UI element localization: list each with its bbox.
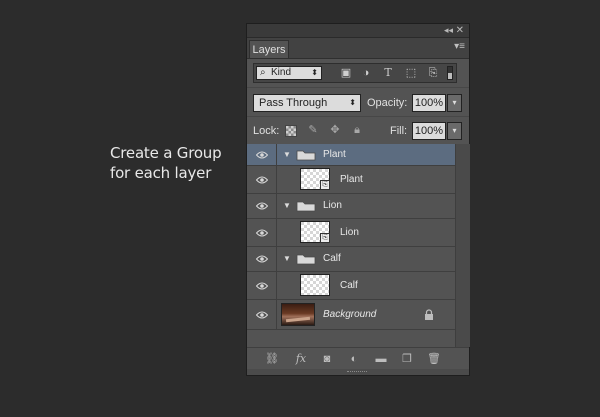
blend-row: Pass Through ⬍ Opacity: 100% ▾ <box>247 88 469 117</box>
expand-triangle-icon[interactable]: ▼ <box>283 201 291 211</box>
filter-toggle[interactable] <box>447 66 453 80</box>
folder-icon <box>296 201 316 212</box>
eye-icon[interactable] <box>256 255 268 263</box>
smart-object-badge-icon: ⎘ <box>320 180 330 190</box>
fill-label: Fill: <box>390 125 408 137</box>
layer-name[interactable]: Lion <box>323 200 342 212</box>
visibility-cell[interactable] <box>247 194 277 218</box>
layer-smart-object-lion[interactable]: ⎘ Lion <box>247 219 455 247</box>
instruction-caption: Create a Group for each layer <box>110 143 222 183</box>
type-filter-icon[interactable]: T <box>382 67 394 79</box>
layers-list: ▼ Plant ⎘ Plant ▼ Lion ⎘ Lion ▼ Calf Cal… <box>247 144 455 347</box>
collapse-icon[interactable]: ◂◂ <box>444 24 453 37</box>
layer-thumbnail: ⎘ <box>300 221 330 243</box>
adjustment-filter-icon[interactable]: ◑ <box>360 67 372 79</box>
opacity-field[interactable]: 100% <box>412 94 446 112</box>
fill-dropdown-button[interactable]: ▾ <box>447 122 462 140</box>
layer-smart-object-plant[interactable]: ⎘ Plant <box>247 166 455 194</box>
expand-triangle-icon[interactable]: ▼ <box>283 150 291 160</box>
eye-icon[interactable] <box>256 176 268 184</box>
new-group-icon[interactable]: ▬ <box>374 352 388 366</box>
opacity-dropdown-button[interactable]: ▾ <box>447 94 462 112</box>
layers-scrollbar[interactable] <box>455 144 470 347</box>
blend-mode-value: Pass Through <box>259 97 328 109</box>
layer-group-plant[interactable]: ▼ Plant <box>247 144 455 166</box>
link-layers-icon[interactable]: ⛓ <box>265 352 279 366</box>
panel-footer: ⛓ fx ◙ ◐ ▬ ❐ 🗑︎ <box>247 347 469 370</box>
layer-thumbnail <box>300 274 330 296</box>
layers-panel: ◂◂ ✕ Layers ▾≡ ⌕ Kind ⬍ ▣ ◑ T ⬚ ⎘ Pass T… <box>246 23 470 376</box>
shape-filter-icon[interactable]: ⬚ <box>405 67 417 79</box>
eye-icon[interactable] <box>256 202 268 210</box>
panel-titlebar: ◂◂ ✕ <box>247 24 469 38</box>
layer-name[interactable]: Calf <box>340 280 358 292</box>
opacity-label: Opacity: <box>367 97 408 109</box>
eye-icon[interactable] <box>256 229 268 237</box>
eye-icon[interactable] <box>256 151 268 159</box>
new-layer-icon[interactable]: ❐ <box>400 352 414 366</box>
smart-object-filter-icon[interactable]: ⎘ <box>427 67 439 79</box>
smart-object-badge-icon: ⎘ <box>320 233 330 243</box>
caption-line-1: Create a Group <box>110 144 222 162</box>
tab-layers[interactable]: Layers <box>249 40 289 58</box>
fx-icon[interactable]: fx <box>294 352 308 366</box>
layer-background[interactable]: Background <box>247 300 455 330</box>
layer-name[interactable]: Background <box>323 309 376 321</box>
layer-group-lion[interactable]: ▼ Lion <box>247 194 455 219</box>
layer-mask-icon[interactable]: ◙ <box>320 352 334 366</box>
panel-menu-icon[interactable]: ▾≡ <box>454 42 465 52</box>
background-thumbnail <box>281 303 315 326</box>
tab-row: Layers ▾≡ <box>247 38 469 59</box>
lock-transparency-icon[interactable] <box>285 125 297 137</box>
visibility-cell[interactable] <box>247 272 277 299</box>
visibility-cell[interactable] <box>247 247 277 271</box>
kind-filter-select[interactable]: ⌕ Kind ⬍ <box>256 66 322 80</box>
visibility-cell[interactable] <box>247 144 277 165</box>
lock-all-icon[interactable]: 🔒︎ <box>351 124 363 136</box>
blend-mode-select[interactable]: Pass Through ⬍ <box>253 94 361 112</box>
eye-icon[interactable] <box>256 311 268 319</box>
caption-line-2: for each layer <box>110 164 212 182</box>
layer-name[interactable]: Lion <box>340 227 359 239</box>
trash-icon[interactable]: 🗑︎ <box>427 352 441 366</box>
visibility-cell[interactable] <box>247 300 277 329</box>
folder-icon <box>296 254 316 265</box>
lock-label: Lock: <box>253 125 280 137</box>
lock-row: Lock: ✎ ✥ 🔒︎ Fill: 100% ▾ <box>247 117 469 146</box>
resize-grip[interactable] <box>247 369 469 375</box>
filter-bar: ⌕ Kind ⬍ ▣ ◑ T ⬚ ⎘ <box>253 63 457 83</box>
lock-image-icon[interactable]: ✎ <box>307 124 319 136</box>
close-icon[interactable]: ✕ <box>456 24 464 37</box>
layer-smart-object-calf[interactable]: Calf <box>247 272 455 300</box>
layer-name[interactable]: Calf <box>323 253 341 265</box>
filter-row: ⌕ Kind ⬍ ▣ ◑ T ⬚ ⎘ <box>247 59 469 88</box>
updown-arrow-icon: ⬍ <box>349 98 356 107</box>
layer-thumbnail: ⎘ <box>300 168 330 190</box>
eye-icon[interactable] <box>256 282 268 290</box>
folder-icon <box>296 150 316 160</box>
visibility-cell[interactable] <box>247 166 277 193</box>
layer-name[interactable]: Plant <box>340 174 363 186</box>
adjustment-layer-icon[interactable]: ◐ <box>347 352 361 366</box>
lock-position-icon[interactable]: ✥ <box>329 124 341 136</box>
layer-name[interactable]: Plant <box>323 149 346 161</box>
image-filter-icon[interactable]: ▣ <box>340 67 352 79</box>
lock-icon <box>425 308 433 320</box>
layer-group-calf[interactable]: ▼ Calf <box>247 247 455 272</box>
fill-field[interactable]: 100% <box>412 122 446 140</box>
kind-filter-label: Kind <box>271 67 292 78</box>
visibility-cell[interactable] <box>247 219 277 246</box>
search-icon: ⌕ <box>260 67 266 78</box>
updown-arrow-icon: ⬍ <box>311 68 318 77</box>
expand-triangle-icon[interactable]: ▼ <box>283 254 291 264</box>
